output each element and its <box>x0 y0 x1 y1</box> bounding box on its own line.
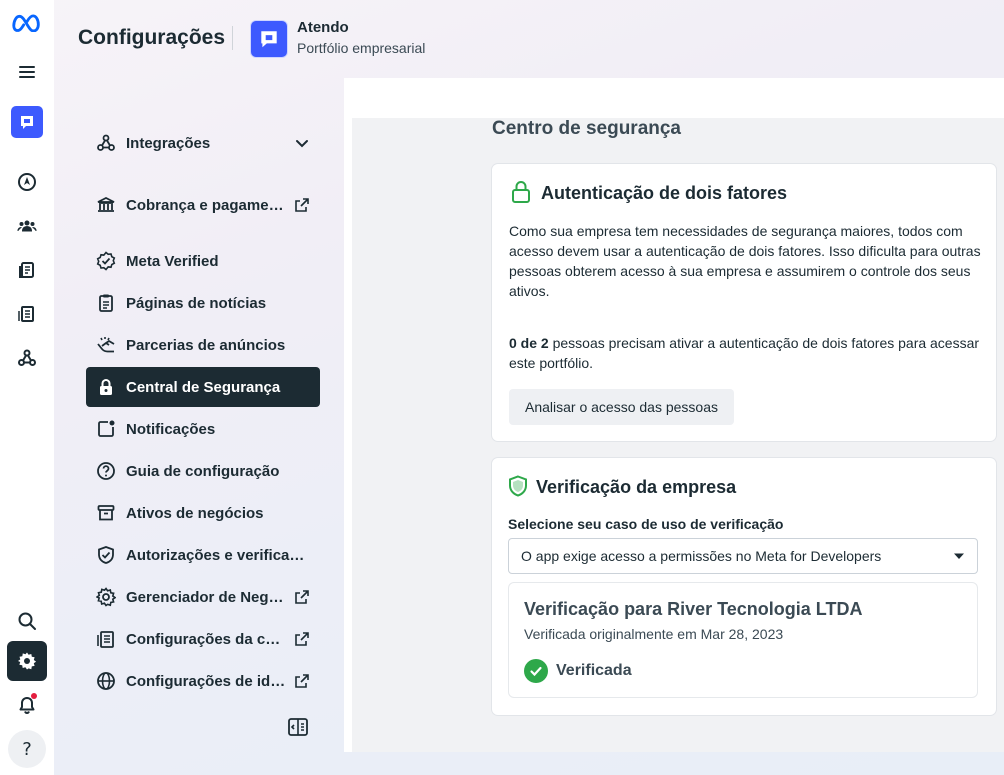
nav-item-gerenciador[interactable]: Gerenciador de Negócios <box>86 577 320 617</box>
portfolio-name[interactable]: Atendo <box>297 19 349 36</box>
nav-item-configuracoes-idioma[interactable]: Configurações de idioma <box>86 661 320 701</box>
verification-use-case-label: Selecione seu caso de uso de verificação <box>508 516 784 532</box>
nav-item-notificacoes[interactable]: Notificações <box>86 409 320 449</box>
nav-item-cobranca[interactable]: Cobrança e pagamentos <box>86 185 320 225</box>
nav-label: Autorizações e verificações <box>126 546 310 564</box>
meta-logo-icon[interactable] <box>7 2 47 42</box>
nav-label: Notificações <box>126 420 216 438</box>
check-circle-icon <box>524 659 548 683</box>
question-circle-icon <box>96 461 116 481</box>
two-factor-description: Como sua empresa tem necessidades de seg… <box>509 223 981 299</box>
external-link-icon <box>295 632 309 646</box>
nav-label: Ativos de negócios <box>126 504 264 522</box>
nav-label: Configurações de idioma <box>126 672 286 690</box>
header-divider <box>232 26 233 50</box>
nav-item-parcerias[interactable]: Parcerias de anúncios <box>86 325 320 365</box>
collapse-sidebar-icon[interactable] <box>287 716 309 738</box>
handshake-icon <box>96 335 116 355</box>
menu-icon[interactable] <box>7 52 47 92</box>
nav-item-autorizacoes[interactable]: Autorizações e verificações <box>86 535 320 575</box>
external-link-icon <box>295 590 309 604</box>
lock-icon <box>512 181 530 203</box>
page-title: Configurações <box>78 26 226 49</box>
nav-label: Configurações da conta <box>126 630 286 648</box>
integrations-icon[interactable] <box>7 338 47 378</box>
clipboard-icon <box>96 293 116 313</box>
notification-dot <box>31 693 37 699</box>
external-link-icon <box>295 198 309 212</box>
help-icon[interactable]: ? <box>8 730 46 768</box>
nav-item-paginas-noticias[interactable]: Páginas de notícias <box>86 283 320 323</box>
document-settings-icon[interactable] <box>7 294 47 334</box>
business-verification-card: Verificação da empresa Selecione seu cas… <box>492 458 996 715</box>
chevron-down-icon[interactable] <box>294 135 310 151</box>
nav-label: Integrações <box>126 134 211 152</box>
bank-icon <box>96 195 116 215</box>
select-value: O app exige acesso a permissões no Meta … <box>521 548 882 564</box>
two-factor-count-text: 0 de 2 pessoas precisam ativar a autenti… <box>509 333 983 373</box>
lock-icon <box>96 377 116 397</box>
shield-check-icon <box>96 545 116 565</box>
nav-item-central-seguranca[interactable]: Central de Segurança <box>86 367 320 407</box>
shield-check-icon <box>509 475 527 497</box>
nav-label: Parcerias de anúncios <box>126 336 286 354</box>
verification-use-case-select[interactable]: O app exige acesso a permissões no Meta … <box>508 538 978 574</box>
search-icon[interactable] <box>7 601 47 641</box>
settings-gear-icon[interactable] <box>7 641 47 681</box>
document-settings-icon <box>96 629 116 649</box>
nav-item-ativos-negocios[interactable]: Ativos de negócios <box>86 493 320 533</box>
two-factor-count-suffix: pessoas precisam ativar a autenticação d… <box>509 335 980 371</box>
nav-label: Gerenciador de Negócios <box>126 588 286 606</box>
caret-down-icon <box>954 553 964 559</box>
two-factor-card: Autenticação de dois fatores Como sua em… <box>492 164 996 441</box>
main-panel-top <box>344 78 1004 118</box>
portfolio-avatar-icon[interactable] <box>7 102 47 142</box>
nav-label: Páginas de notícias <box>126 294 267 312</box>
verified-badge-icon <box>96 251 116 271</box>
nav-label: Meta Verified <box>126 252 219 270</box>
nav-label: Central de Segurança <box>126 378 281 396</box>
left-rail: ? <box>0 0 54 775</box>
verification-date: Verificada originalmente em Mar 28, 2023 <box>524 626 784 642</box>
nav-item-configuracoes-conta[interactable]: Configurações da conta <box>86 619 320 659</box>
nav-item-guia-configuracao[interactable]: Guia de configuração <box>86 451 320 491</box>
business-verification-title: Verificação da empresa <box>536 477 737 497</box>
compass-icon[interactable] <box>7 162 47 202</box>
nav-label: Guia de configuração <box>126 462 280 480</box>
external-link-icon <box>295 674 309 688</box>
two-factor-title: Autenticação de dois fatores <box>541 183 788 203</box>
nav-label: Cobrança e pagamentos <box>126 196 286 214</box>
verification-status-card: Verificação para River Tecnologia LTDA V… <box>508 582 978 698</box>
pages-icon[interactable] <box>7 250 47 290</box>
verification-company-title: Verificação para River Tecnologia LTDA <box>524 599 863 619</box>
portfolio-logo-icon[interactable] <box>250 20 288 58</box>
two-factor-count: 0 de 2 <box>509 335 549 351</box>
nav-item-meta-verified[interactable]: Meta Verified <box>86 241 320 281</box>
status-label: Verificada <box>556 662 632 679</box>
review-access-button[interactable]: Analisar o acesso das pessoas <box>509 389 734 425</box>
globe-icon <box>96 671 116 691</box>
notification-square-icon <box>96 419 116 439</box>
bell-icon[interactable] <box>7 685 47 725</box>
verification-status: Verificada <box>524 659 632 683</box>
portfolio-subtitle: Portfólio empresarial <box>297 40 426 56</box>
section-title: Centro de segurança <box>492 118 681 139</box>
nav-item-integracoes[interactable]: Integrações <box>86 123 320 163</box>
integrations-icon <box>96 133 116 153</box>
people-icon[interactable] <box>7 206 47 246</box>
archive-icon <box>96 503 116 523</box>
gear-icon <box>96 587 116 607</box>
main-panel-edge <box>344 118 352 752</box>
